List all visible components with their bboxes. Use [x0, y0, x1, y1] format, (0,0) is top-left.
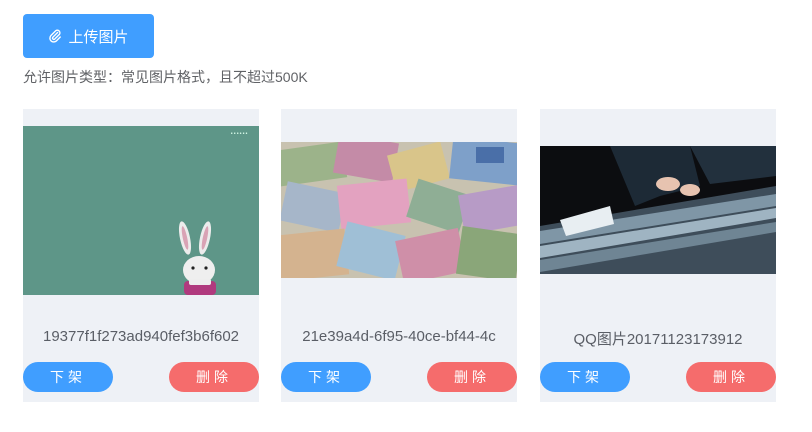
take-down-button[interactable]: 下架	[540, 362, 630, 392]
delete-button[interactable]: 删除	[169, 362, 259, 392]
image-filename: QQ图片20171123173912	[573, 331, 743, 348]
upload-image-button[interactable]: 上传图片	[23, 14, 154, 58]
upload-label: 上传图片	[68, 28, 129, 46]
image-filename: 21e39a4d-6f95-40ce-bf44-4c	[302, 328, 496, 345]
paperclip-icon	[49, 29, 62, 43]
image-filename: 19377f1f273ad940fef3b6f602	[42, 328, 240, 345]
delete-button[interactable]: 删除	[427, 362, 517, 392]
banknotes-puzzle-image	[281, 142, 517, 278]
image-card: QQ图片20171123173912 下架 删除	[540, 109, 776, 402]
rabbit-image: ••••••	[23, 126, 259, 295]
svg-text:••••••: ••••••	[230, 131, 248, 137]
take-down-button[interactable]: 下架	[23, 362, 113, 392]
image-card: 21e39a4d-6f95-40ce-bf44-4c 下架 删除	[281, 109, 517, 402]
file-drawer-image	[540, 146, 776, 274]
take-down-button[interactable]: 下架	[281, 362, 371, 392]
upload-hint: 允许图片类型：常见图片格式，且不超过500K	[23, 69, 308, 85]
delete-button[interactable]: 删除	[686, 362, 776, 392]
image-card: •••••• 19377f1f273ad940fef3b6f602 下架 删除	[23, 109, 259, 402]
